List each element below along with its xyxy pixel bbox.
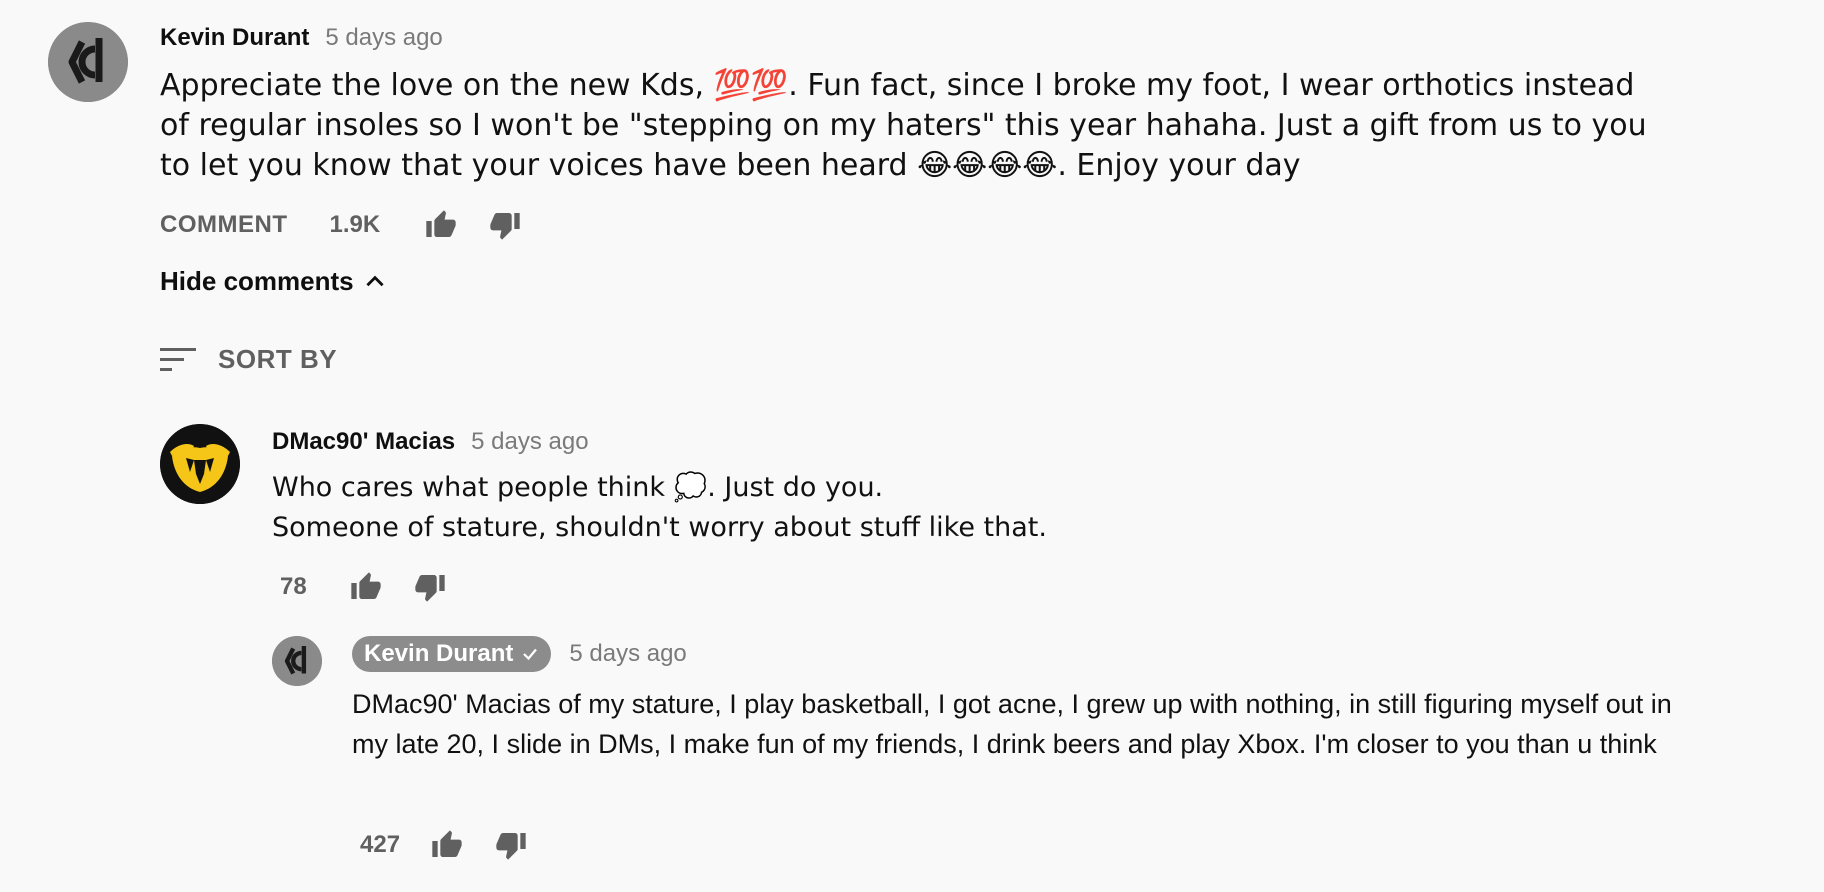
thumbs-up-icon [426, 210, 456, 237]
reply-button[interactable]: COMMENT [160, 211, 287, 239]
kd-avatar[interactable] [272, 636, 322, 686]
wu-tang-logo-icon [160, 424, 240, 504]
checkmark-icon [523, 648, 538, 661]
timestamp[interactable]: 5 days ago [569, 640, 686, 668]
timestamp[interactable]: 5 days ago [325, 24, 442, 52]
reply-text: Who cares what people think 💭. Just do y… [272, 468, 1672, 548]
like-count: 1.9K [329, 211, 381, 238]
like-button[interactable] [430, 828, 464, 862]
reply-text-line: Someone of stature, shouldn't worry abou… [272, 512, 1047, 543]
top-comment-header: Kevin Durant 5 days ago [160, 24, 443, 52]
dmac-avatar[interactable] [160, 424, 240, 504]
dislike-button[interactable] [488, 208, 522, 242]
kd-avatar[interactable] [48, 22, 128, 102]
reply-text: DMac90' Macias of my stature, I play bas… [352, 689, 1672, 759]
hide-comments-toggle[interactable]: Hide comments [160, 266, 388, 297]
thumbs-down-icon [490, 213, 520, 240]
thumbs-down-icon [496, 833, 526, 860]
kd-logo-icon [272, 636, 322, 686]
like-count: 427 [360, 831, 401, 858]
dislike-button[interactable] [494, 828, 528, 862]
sort-by-button[interactable]: SORT BY [160, 344, 337, 375]
comment-thread: Kevin Durant 5 days ago Appreciate the l… [0, 0, 1824, 892]
reply-header: Kevin Durant 5 days ago [352, 636, 687, 672]
author-name[interactable]: DMac90' Macias [272, 428, 455, 456]
like-button[interactable] [349, 570, 383, 604]
reply-header: DMac90' Macias 5 days ago [272, 428, 589, 456]
author-name: Kevin Durant [364, 640, 514, 667]
thumbs-up-icon [351, 572, 381, 599]
thumbs-up-icon [432, 830, 462, 857]
reply-action-bar: 78 [272, 568, 447, 606]
dislike-button[interactable] [413, 570, 447, 604]
like-button[interactable] [424, 208, 458, 242]
thumbs-down-icon [415, 575, 445, 602]
sort-by-label: SORT BY [218, 344, 338, 374]
channel-owner-badge[interactable]: Kevin Durant [352, 636, 552, 672]
kd-logo-icon [48, 22, 128, 102]
reply-text-line: Who cares what people think 💭. Just do y… [272, 472, 884, 503]
comment-text: Appreciate the love on the new Kds, 💯💯. … [160, 68, 1647, 183]
timestamp[interactable]: 5 days ago [471, 428, 588, 456]
sort-icon [160, 347, 196, 371]
reply-action-bar: 427 [352, 826, 528, 864]
comment-action-bar: COMMENT 1.9K [160, 206, 522, 244]
hide-comments-label: Hide comments [160, 266, 354, 296]
chevron-up-icon [366, 275, 384, 286]
like-count: 78 [280, 573, 307, 600]
author-name[interactable]: Kevin Durant [160, 24, 309, 52]
